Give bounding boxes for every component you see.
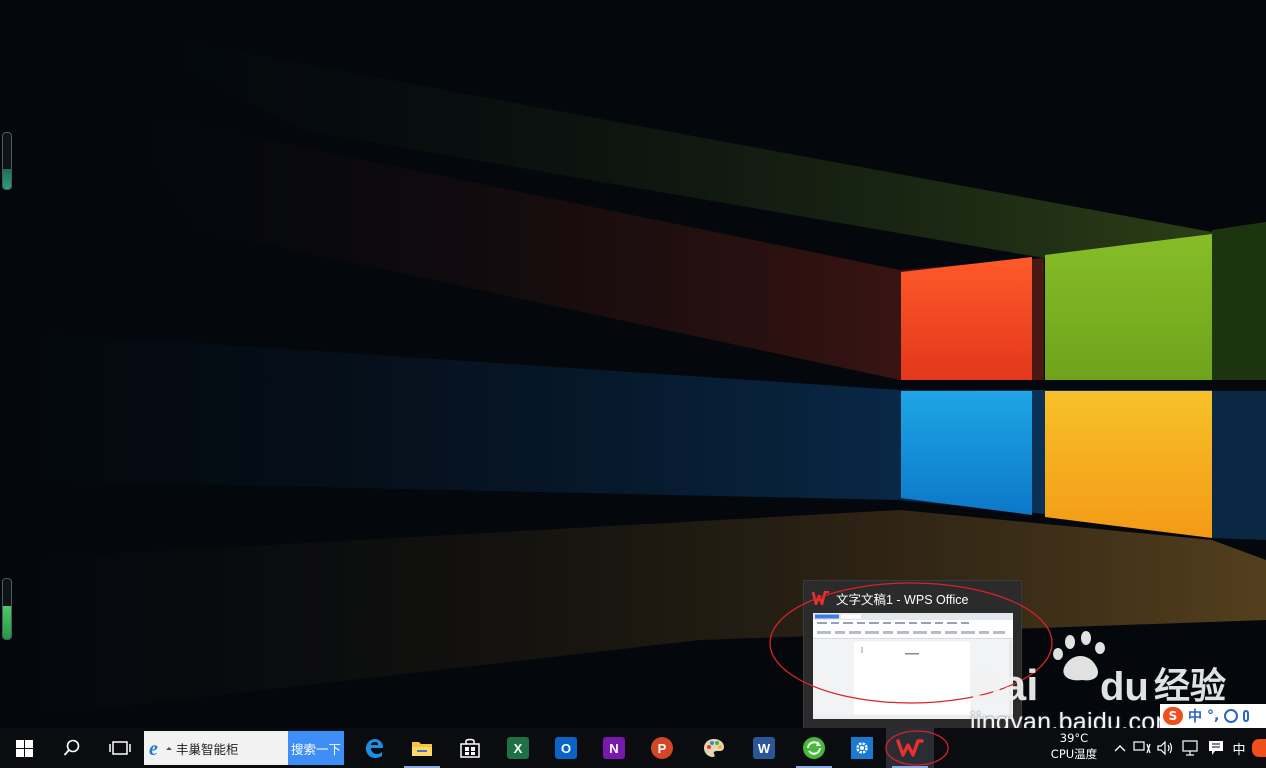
- edge-icon: [366, 739, 383, 758]
- powerpoint-icon: P: [651, 737, 673, 759]
- windows-logo-icon: [15, 739, 33, 757]
- search-icon: [63, 739, 80, 756]
- ie-search-box[interactable]: e 丰巢智能柜: [144, 731, 288, 765]
- ime-mode-label[interactable]: 中: [1188, 706, 1202, 726]
- task-view-icon: [109, 741, 131, 755]
- search-button-taskbar[interactable]: [48, 728, 96, 768]
- store-icon: [460, 738, 480, 758]
- tray-ime-indicator[interactable]: 中: [1228, 728, 1250, 768]
- wps-icon: [812, 591, 829, 605]
- tray-overflow-button[interactable]: [1110, 728, 1130, 768]
- speaker-icon: [1157, 741, 1173, 755]
- tray-display-button[interactable]: [1180, 728, 1202, 768]
- outlook-icon: O: [555, 737, 577, 759]
- tray-volume-button[interactable]: [1156, 728, 1176, 768]
- taskbar-app-paint[interactable]: [690, 728, 738, 768]
- tray-sogou-button[interactable]: [1252, 728, 1266, 768]
- word-icon: W: [753, 737, 775, 759]
- taskbar-app-store[interactable]: [446, 728, 494, 768]
- onenote-icon: N: [603, 737, 625, 759]
- search-query-text[interactable]: 丰巢智能柜: [176, 739, 239, 758]
- document-preview[interactable]: [813, 613, 1013, 719]
- gear-icon: [851, 737, 873, 759]
- cpu-temperature-widget[interactable]: 39°C CPU温度: [1044, 730, 1104, 762]
- cpu-temp-label: CPU温度: [1050, 747, 1098, 761]
- gauge-top-fill: [3, 169, 11, 189]
- ie-logo-icon: e: [149, 738, 172, 758]
- start-button[interactable]: [0, 728, 48, 768]
- sogou-icon[interactable]: S: [1163, 707, 1183, 725]
- taskbar-app-edge[interactable]: [350, 728, 398, 768]
- excel-icon: X: [507, 737, 529, 759]
- memory-gauge-bottom: [2, 578, 12, 640]
- search-submit-button[interactable]: 搜索一下: [288, 731, 344, 765]
- desktop-wallpaper: [0, 0, 1266, 728]
- taskbar-app-browser[interactable]: [790, 728, 838, 768]
- refresh-globe-icon: [803, 737, 825, 759]
- ime-floating-toolbar[interactable]: S 中 °,: [1160, 704, 1266, 728]
- gauge-bottom-fill: [3, 606, 11, 639]
- taskbar-app-wps[interactable]: [886, 728, 934, 768]
- tray-notification-button[interactable]: [1204, 728, 1228, 768]
- document-preview-image: [813, 613, 1013, 719]
- volume-gauge-top: [2, 132, 12, 190]
- task-view-button[interactable]: [96, 728, 144, 768]
- mic-icon[interactable]: [1243, 710, 1250, 722]
- folder-icon: [412, 742, 432, 756]
- taskbar-app-powerpoint[interactable]: P: [638, 728, 686, 768]
- chevron-up-icon: [1114, 745, 1126, 752]
- taskbar-app-onenote[interactable]: N: [590, 728, 638, 768]
- tray-network-button[interactable]: [1132, 728, 1152, 768]
- thumbnail-title-row: 文字文稿1 - WPS Office: [812, 589, 968, 607]
- wps-icon: [896, 739, 924, 757]
- sogou-icon: [1252, 739, 1266, 757]
- taskbar-app-file-explorer[interactable]: [398, 728, 446, 768]
- monitor-icon: [1182, 740, 1198, 756]
- message-icon: [1209, 741, 1223, 755]
- taskbar-app-settings[interactable]: [838, 728, 886, 768]
- svg-text:e: e: [149, 738, 158, 758]
- cpu-temp-value: 39°C: [1059, 731, 1089, 745]
- taskbar-app-outlook[interactable]: O: [542, 728, 590, 768]
- palette-icon: [704, 739, 724, 757]
- taskbar-app-word[interactable]: W: [740, 728, 788, 768]
- thumbnail-title: 文字文稿1 - WPS Office: [836, 592, 969, 607]
- taskbar-app-excel[interactable]: X: [494, 728, 542, 768]
- emoji-icon[interactable]: [1224, 709, 1239, 723]
- punctuation-icon[interactable]: °,: [1207, 708, 1219, 724]
- network-icon: [1133, 741, 1151, 754]
